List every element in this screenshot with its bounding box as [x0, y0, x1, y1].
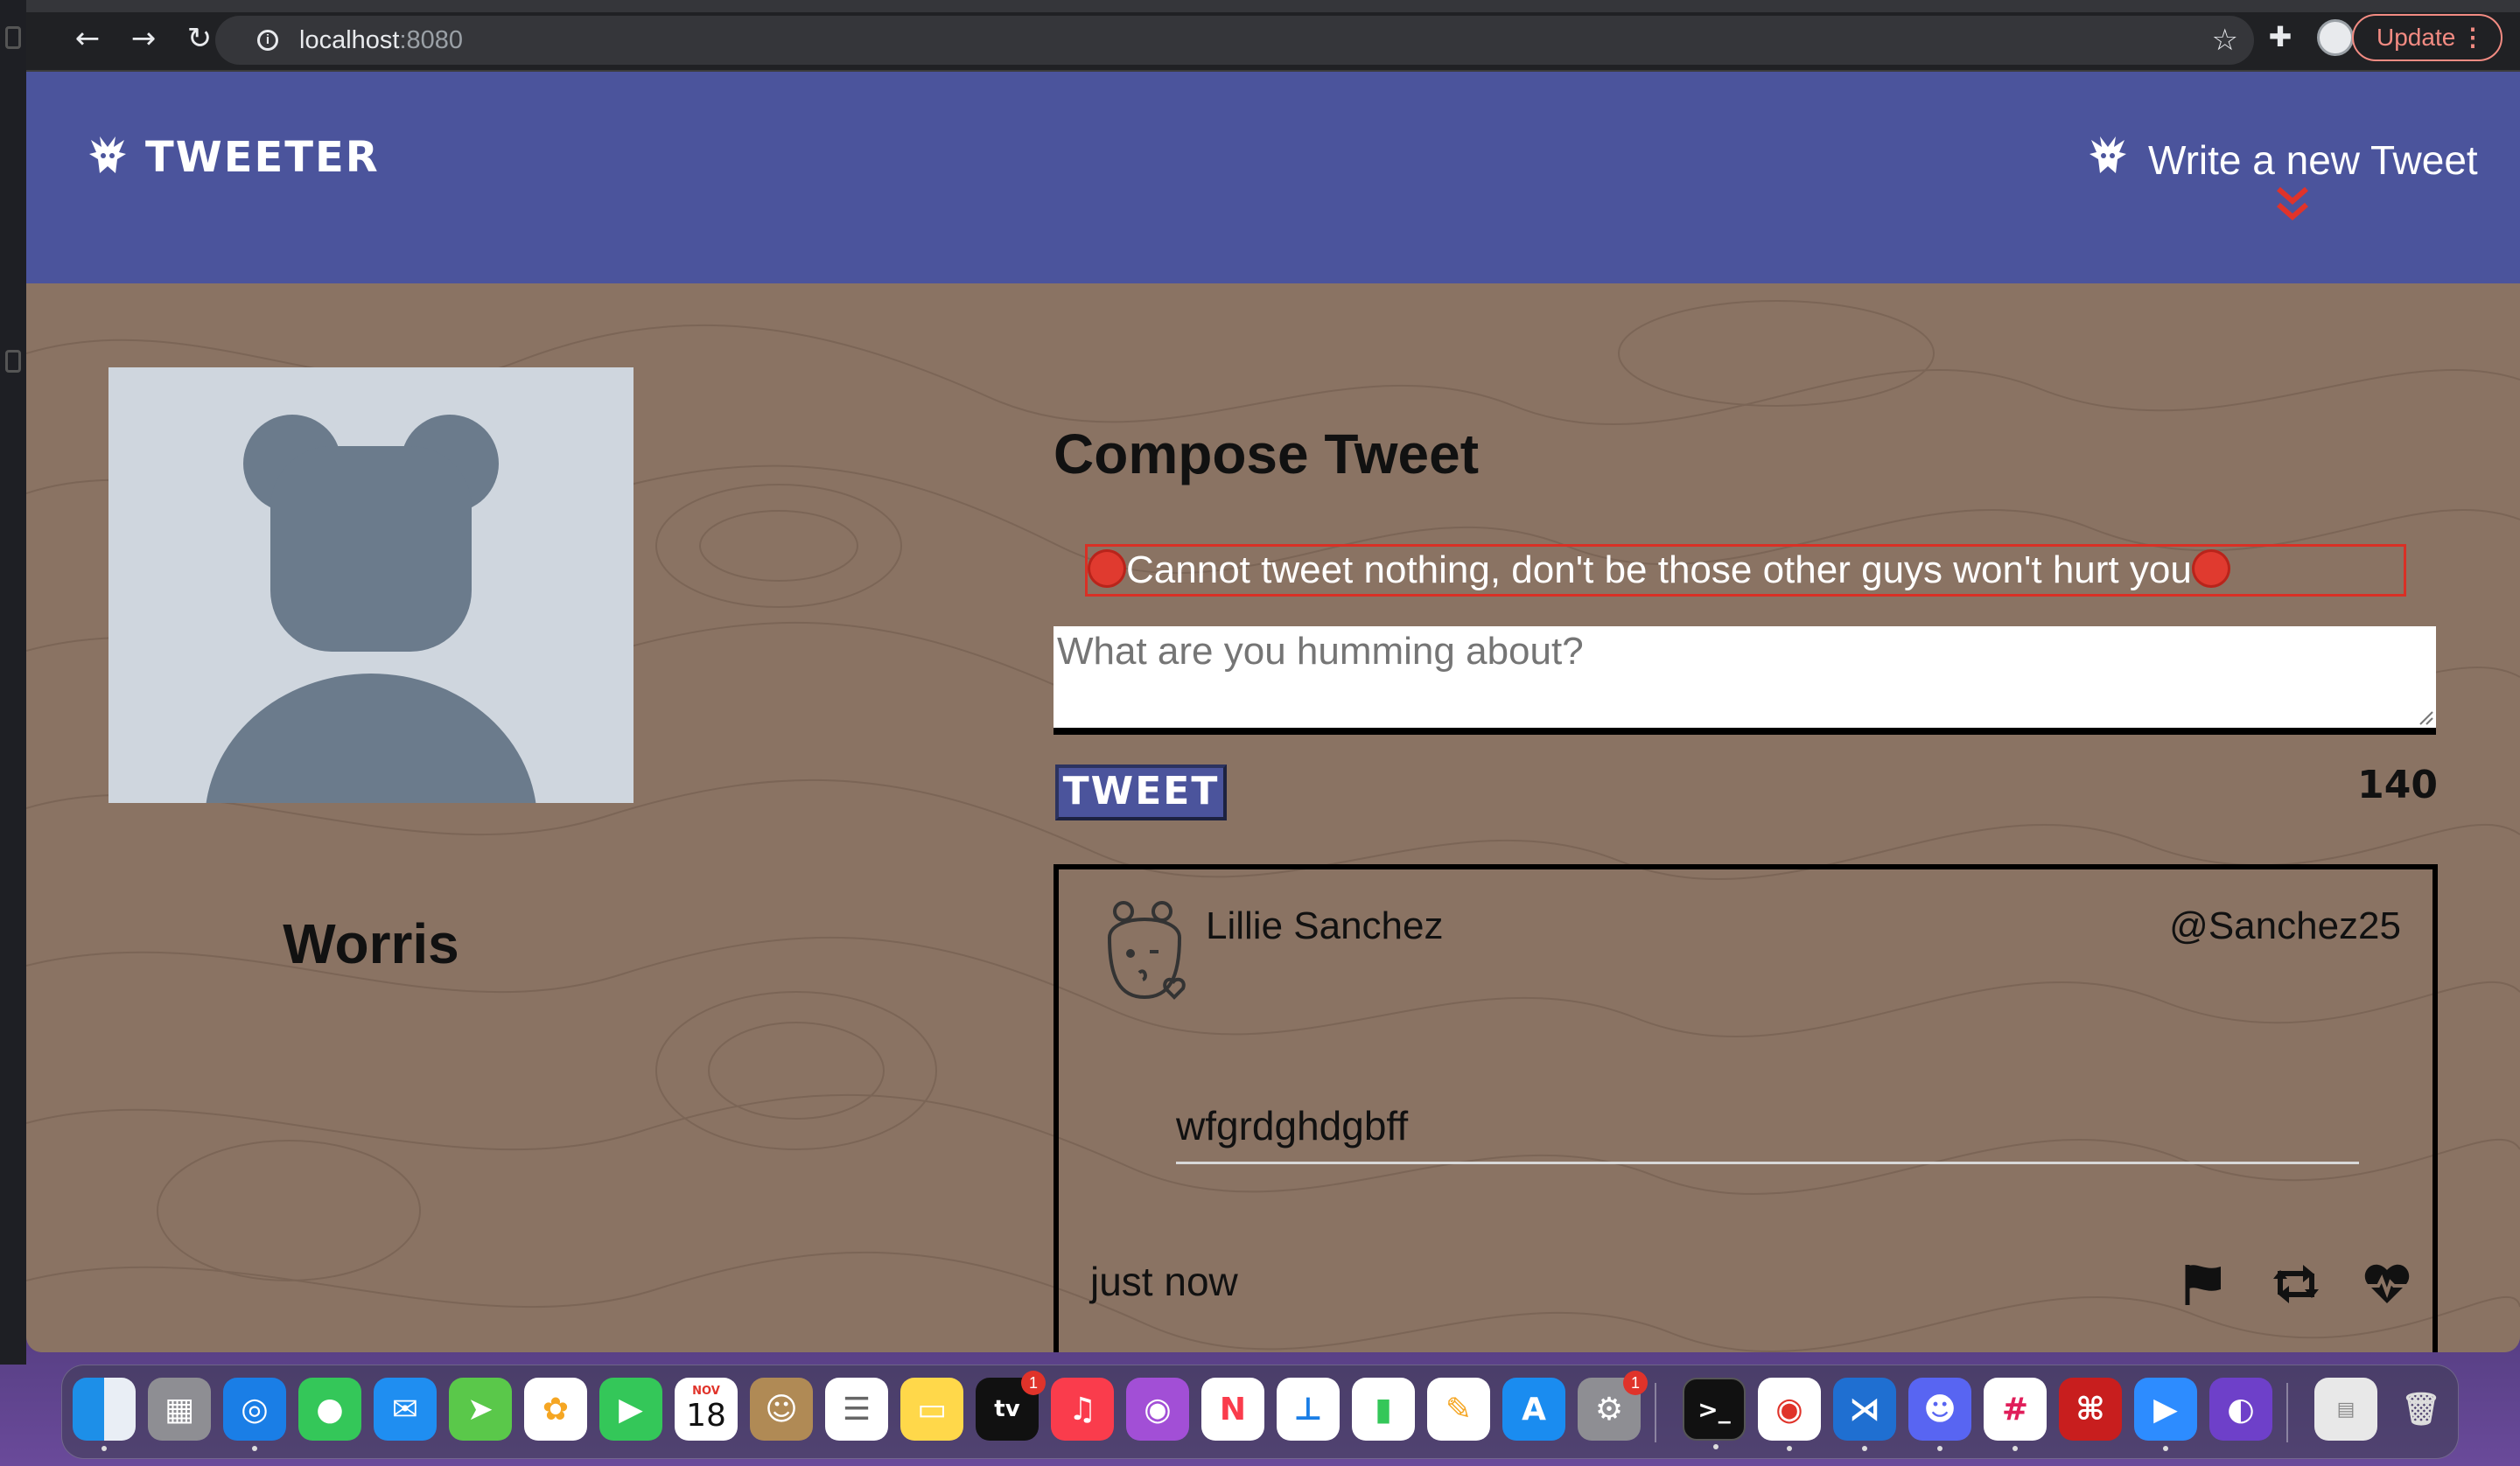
terminal-icon[interactable]: >_ — [1683, 1378, 1746, 1449]
profile-avatar-image — [108, 367, 634, 803]
tweet-timestamp: just now — [1090, 1259, 1238, 1304]
github-desktop-icon[interactable]: ◐ — [2209, 1378, 2272, 1441]
double-chevron-down-icon[interactable] — [2275, 185, 2310, 224]
tweet-button[interactable]: TWEET — [1055, 764, 1227, 820]
update-button[interactable]: Update ⋮ — [2352, 14, 2502, 61]
stop-sign-icon — [2191, 549, 2230, 589]
zoom-icon[interactable]: ▶ — [2134, 1378, 2197, 1451]
running-dot — [102, 1446, 107, 1451]
facetime-icon[interactable]: ▶ — [599, 1378, 662, 1441]
stop-sign-icon — [1088, 549, 1126, 589]
apple-tv-icon[interactable]: tv 1 — [976, 1371, 1046, 1441]
forward-icon[interactable]: → — [124, 19, 163, 58]
acrobat-icon[interactable]: ⌘ — [2059, 1378, 2122, 1441]
launchpad-icon[interactable]: ▦ — [148, 1378, 211, 1441]
keynote-icon[interactable]: ⊥ — [1277, 1378, 1340, 1441]
url-host: localhost — [299, 26, 400, 54]
resize-grip-icon[interactable] — [2418, 710, 2434, 726]
url-port: :8080 — [399, 26, 464, 54]
bird-logo-icon — [89, 136, 126, 173]
archive-file-icon[interactable]: ▤ — [2314, 1378, 2377, 1441]
numbers-icon[interactable]: ▮ — [1352, 1378, 1415, 1441]
photos-icon[interactable]: ✿ — [524, 1378, 587, 1441]
bookmark-star-icon[interactable]: ☆ — [2212, 23, 2238, 58]
user-avatar-icon — [1107, 901, 1186, 1000]
safari-icon[interactable]: ◎ — [223, 1378, 286, 1451]
app-store-icon[interactable]: A — [1502, 1378, 1565, 1441]
running-dot — [2012, 1446, 2018, 1451]
files-icon — [5, 26, 21, 49]
tweet-input[interactable] — [1054, 626, 2436, 735]
address-bar[interactable]: i localhost:8080 ☆ — [215, 16, 2254, 65]
discord-icon[interactable]: ☻ — [1908, 1378, 1971, 1451]
dock-separator — [1655, 1383, 1656, 1442]
tv-label: tv — [994, 1396, 1020, 1422]
pages-icon[interactable]: ✎ — [1427, 1378, 1490, 1441]
mail-icon[interactable]: ✉ — [374, 1378, 437, 1441]
trash-icon[interactable]: 🗑 — [2390, 1378, 2453, 1441]
error-message-box: Cannot tweet nothing, don't be those oth… — [1085, 544, 2406, 597]
bear-avatar-icon — [206, 415, 536, 803]
brand-title[interactable]: TWEETER — [145, 133, 380, 182]
menu-dots-icon: ⋮ — [2460, 24, 2485, 51]
calendar-day: 18 — [686, 1398, 726, 1434]
tweet-card: Lillie Sanchez @Sanchez25 wfgrdghdgbff j… — [1054, 864, 2438, 1352]
site-info-icon[interactable]: i — [257, 30, 278, 51]
extensions-puzzle-icon[interactable]: ✚ — [2263, 19, 2298, 54]
running-dot — [252, 1446, 257, 1451]
compose-title: Compose Tweet — [1054, 422, 1479, 485]
notes-icon[interactable]: ▭ — [900, 1378, 963, 1441]
tab-strip — [26, 0, 2520, 12]
running-dot — [1713, 1444, 1718, 1449]
tweet-divider — [1176, 1162, 2359, 1164]
calendar-icon[interactable]: NOV 18 — [675, 1378, 738, 1441]
vscode-icon[interactable]: ⋊ — [1833, 1378, 1896, 1451]
browser-toolbar: ← → ↻ i localhost:8080 ☆ ✚ Update ⋮ — [26, 0, 2520, 72]
error-message: Cannot tweet nothing, don't be those oth… — [1126, 548, 2192, 591]
running-dot — [1862, 1446, 1867, 1451]
write-new-tweet-link[interactable]: Write a new Tweet — [2148, 136, 2478, 184]
maps-icon[interactable]: ➤ — [449, 1378, 512, 1441]
system-settings-icon[interactable]: ⚙ 1 — [1578, 1371, 1648, 1441]
running-dot — [1937, 1446, 1942, 1451]
editor-side-strip — [0, 0, 26, 1365]
dock-separator — [2286, 1383, 2288, 1442]
running-dot — [2163, 1446, 2168, 1451]
reminders-icon[interactable]: ☰ — [825, 1378, 888, 1441]
retweet-icon[interactable] — [2272, 1260, 2320, 1309]
music-icon[interactable]: ♫ — [1051, 1378, 1114, 1441]
chrome-icon[interactable]: ◉ — [1758, 1378, 1821, 1451]
tweet-handle[interactable]: @Sanchez25 — [2169, 904, 2401, 948]
news-icon[interactable]: N — [1201, 1378, 1264, 1441]
profile-name: Worris — [283, 912, 459, 975]
bird-write-icon — [2090, 136, 2126, 173]
messages-icon[interactable]: ● — [298, 1378, 361, 1441]
flag-icon[interactable] — [2179, 1260, 2228, 1309]
profile-avatar[interactable] — [2317, 19, 2354, 56]
browser-window: ← → ↻ i localhost:8080 ☆ ✚ Update ⋮ TWEET… — [26, 0, 2520, 1352]
calendar-month: NOV — [692, 1385, 720, 1398]
macos-dock: ▦ ◎ ● ✉ ➤ ✿ ▶ NOV 18 ☺ ☰ ▭ tv 1 ♫ ◉ N ⊥ ▮… — [61, 1365, 2459, 1459]
finder-icon[interactable] — [73, 1378, 136, 1451]
tv-badge: 1 — [1021, 1371, 1046, 1395]
url-text[interactable]: localhost:8080 — [299, 26, 463, 55]
running-dot — [1787, 1446, 1792, 1451]
reload-icon[interactable]: ↻ — [180, 19, 219, 58]
tweet-author[interactable]: Lillie Sanchez — [1206, 904, 1444, 948]
podcasts-icon[interactable]: ◉ — [1126, 1378, 1189, 1441]
settings-badge: 1 — [1623, 1371, 1648, 1395]
slack-icon[interactable]: # — [1984, 1378, 2047, 1451]
app-header: TWEETER Write a new Tweet — [26, 72, 2520, 283]
update-label: Update — [2376, 24, 2456, 51]
heart-icon[interactable] — [2362, 1260, 2412, 1309]
contacts-icon[interactable]: ☺ — [750, 1378, 813, 1441]
tweet-body: wfgrdghdgbff — [1176, 1103, 1409, 1148]
main-content: Worris Compose Tweet Cannot tweet nothin… — [26, 283, 2520, 1352]
error-message-line: Cannot tweet nothing, don't be those oth… — [1088, 548, 2230, 592]
extensions-icon — [5, 350, 21, 373]
back-icon[interactable]: ← — [68, 19, 107, 58]
char-counter: 140 — [2357, 763, 2438, 807]
